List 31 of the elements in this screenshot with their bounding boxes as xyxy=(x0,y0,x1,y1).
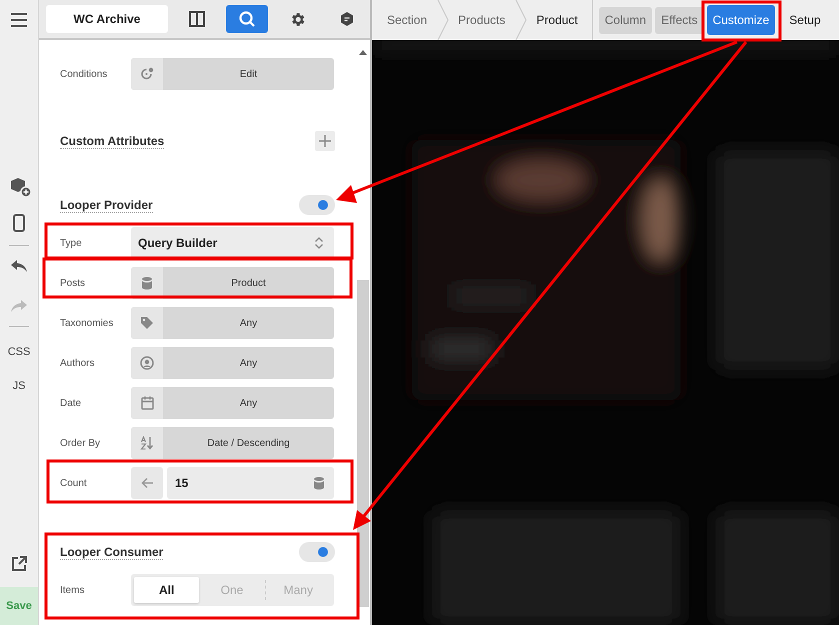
field-label: Count xyxy=(60,478,88,488)
field-label: Items xyxy=(60,584,86,596)
picker-button[interactable]: Date / Descending xyxy=(131,427,334,459)
field-label: Authors xyxy=(60,358,96,368)
picker-button[interactable]: Any xyxy=(131,387,334,419)
breadcrumb-link[interactable]: Section xyxy=(386,13,438,27)
type-select[interactable]: Query Builder xyxy=(131,227,334,259)
css-button[interactable]: CSS xyxy=(8,346,30,358)
field-label: Taxonomies xyxy=(60,318,114,328)
field-label: Posts xyxy=(60,278,86,288)
section-heading: Looper Consumer xyxy=(60,544,164,560)
count-input[interactable]: 15 xyxy=(167,467,334,499)
picker-button[interactable]: Any xyxy=(131,347,334,379)
field-label: Type xyxy=(60,238,83,248)
section-heading: Looper Provider xyxy=(60,198,153,212)
picker-button[interactable]: Any xyxy=(131,307,334,339)
field-label: Order By xyxy=(60,438,102,448)
inspector-tab[interactable]: Setup xyxy=(783,6,827,34)
inspector-tab[interactable]: Effects xyxy=(655,6,704,34)
picker-button[interactable]: Product xyxy=(131,267,334,299)
inspector-tab[interactable]: Customize xyxy=(706,5,776,35)
document-title: WC Archive xyxy=(46,5,168,33)
section-heading: Custom Attributes xyxy=(60,134,164,148)
picker-button[interactable]: Edit xyxy=(131,58,334,90)
field-label: Date xyxy=(60,398,82,408)
breadcrumb-link[interactable]: Product xyxy=(535,13,588,27)
breadcrumb-link[interactable]: Products xyxy=(457,13,516,27)
field-label: Conditions xyxy=(60,68,108,80)
js-button[interactable]: JS xyxy=(12,380,26,392)
inspector-tab[interactable]: Column xyxy=(598,6,652,34)
segment-option[interactable]: All xyxy=(134,577,200,603)
